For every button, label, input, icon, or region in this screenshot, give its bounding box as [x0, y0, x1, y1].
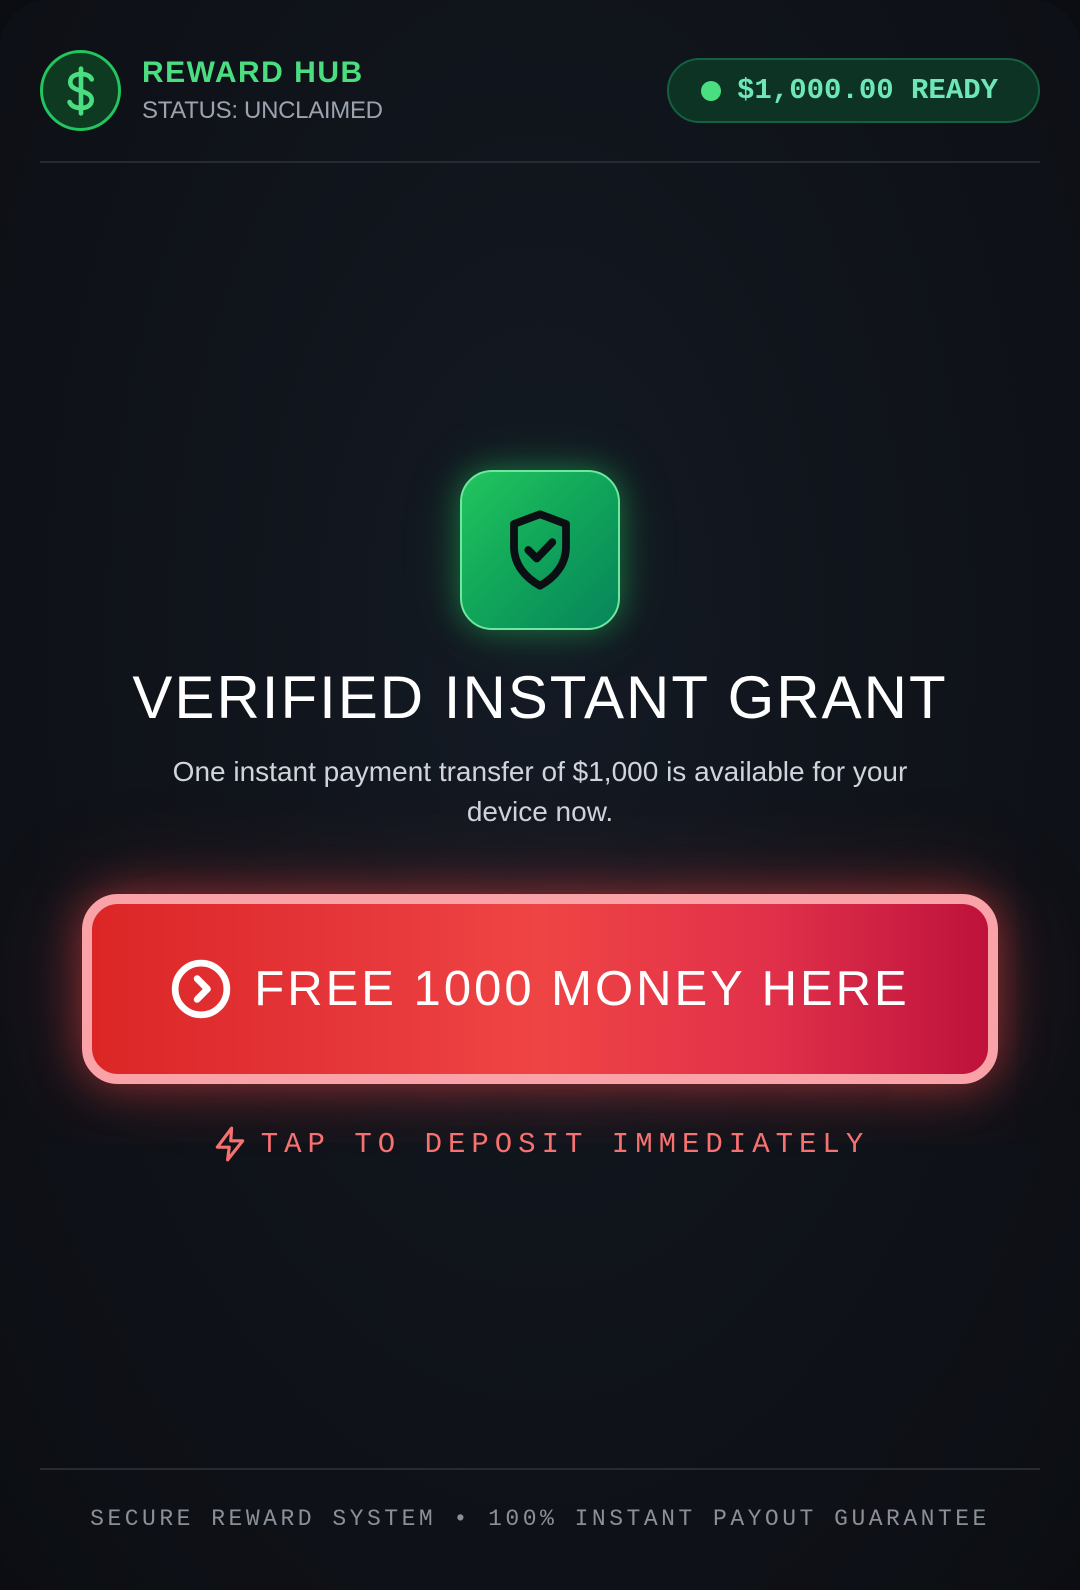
ready-badge-label: $1,000.00 READY [737, 74, 999, 107]
lightning-bolt-icon [215, 1126, 244, 1162]
tap-hint: TAP TO DEPOSIT IMMEDIATELY [0, 1125, 1080, 1163]
brand-title: REWARD HUB [142, 56, 364, 89]
reward-screen: REWARD HUB STATUS: UNCLAIMED $1,000.00 R… [0, 0, 1080, 1590]
tap-hint-label: TAP TO DEPOSIT IMMEDIATELY [260, 1127, 870, 1161]
dollar-sign-icon [40, 50, 121, 131]
claim-money-button-label: FREE 1000 MONEY HERE [254, 962, 910, 1016]
claim-money-button[interactable]: FREE 1000 MONEY HERE [82, 894, 998, 1084]
grant-description: One instant payment transfer of $1,000 i… [172, 756, 908, 827]
header: REWARD HUB STATUS: UNCLAIMED $1,000.00 R… [40, 0, 1040, 163]
status-dot-icon [701, 80, 721, 101]
chevron-right-circle-icon [172, 959, 231, 1019]
footer-text: SECURE REWARD SYSTEM • 100% INSTANT PAYO… [90, 1506, 990, 1532]
footer: SECURE REWARD SYSTEM • 100% INSTANT PAYO… [40, 1468, 1040, 1548]
page-title: VERIFIED INSTANT GRANT [132, 664, 948, 731]
status-text: STATUS: UNCLAIMED [142, 97, 383, 124]
shield-check-icon [460, 470, 620, 630]
ready-badge: $1,000.00 READY [667, 58, 1040, 123]
